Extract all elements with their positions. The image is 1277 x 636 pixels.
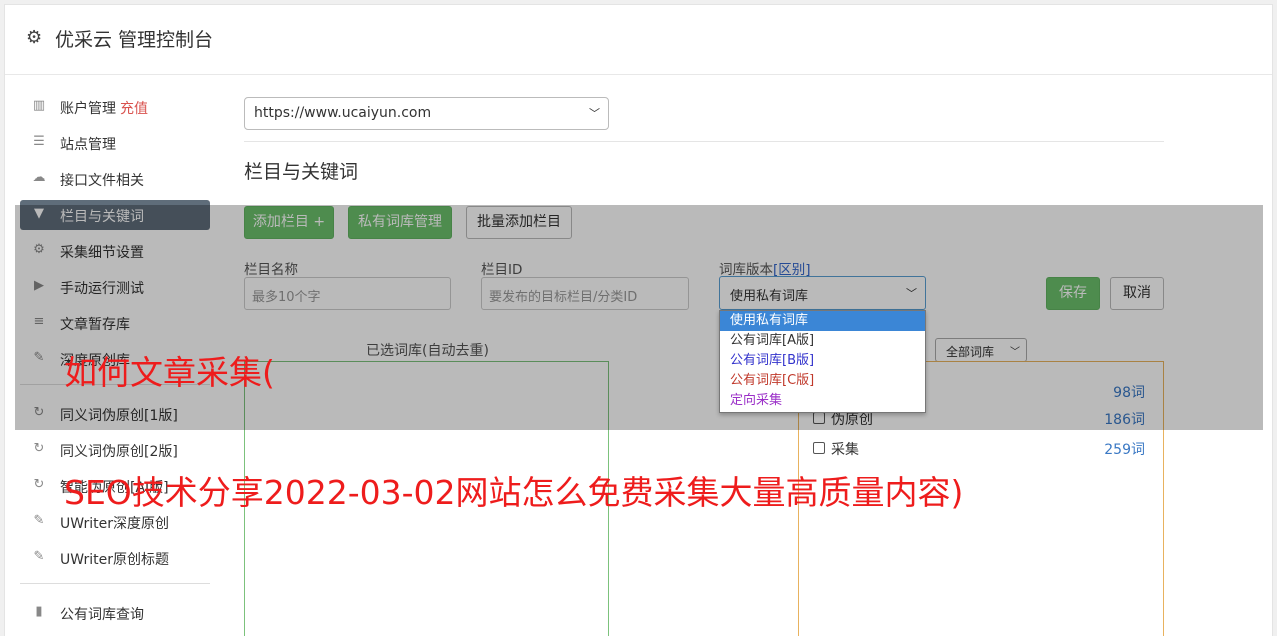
lib-version-dropdown[interactable]: 使用私有词库 公有词库[A版] 公有词库[B版] 公有词库[C版] 定向采集 [719, 310, 926, 413]
dropdown-option[interactable]: 使用私有词库 [720, 311, 925, 331]
sidebar-divider [20, 583, 210, 584]
recharge-link[interactable]: 充值 [120, 101, 148, 117]
sidebar-item-label: 接口文件相关 [60, 173, 144, 189]
sidebar-item-label: UWriter原创标题 [60, 552, 169, 568]
overlay-caption-line2: SEO技术分享2022-03-02网站怎么免费采集大量高质量内容) [64, 473, 964, 512]
sidebar-item-label: UWriter深度原创 [60, 516, 169, 532]
sidebar-item-label: 账户管理 [60, 101, 116, 117]
sidebar-item-interface-files[interactable]: ☁ 接口文件相关 [20, 164, 210, 194]
sidebar-item-uwriter-title[interactable]: ✎ UWriter原创标题 [20, 543, 210, 573]
dropdown-option[interactable]: 公有词库[C版] [720, 371, 925, 391]
gear-icon: ⚙ [26, 27, 43, 48]
overlay-caption-line1: 如何文章采集( [64, 353, 275, 392]
refresh-icon: ↻ [33, 441, 45, 456]
edit-icon: ✎ [33, 549, 45, 564]
chevron-down-icon: ﹀ [589, 107, 600, 120]
site-select[interactable]: https://www.ucaiyun.com ﹀ [244, 97, 609, 130]
header: ⚙ 优采云 管理控制台 [5, 5, 1272, 75]
dropdown-option[interactable]: 公有词库[B版] [720, 351, 925, 371]
dim-overlay [15, 205, 1263, 430]
lib-row[interactable]: 采集 259词 [813, 439, 1145, 459]
page-title: 优采云 管理控制台 [55, 29, 214, 51]
sidebar-item-synonym-v2[interactable]: ↻ 同义词伪原创[2版] [20, 435, 210, 465]
dropdown-option[interactable]: 定向采集 [720, 391, 925, 411]
bar-chart-icon: ▥ [32, 98, 46, 113]
dropdown-option[interactable]: 公有词库[A版] [720, 331, 925, 351]
refresh-icon: ↻ [33, 477, 45, 492]
lib-name: 采集 [831, 442, 859, 458]
lib-checkbox[interactable] [813, 442, 825, 454]
cloud-upload-icon: ☁ [32, 170, 46, 185]
book-icon: ▮ [35, 604, 43, 619]
site-select-value: https://www.ucaiyun.com [254, 105, 432, 121]
sidebar-item-public-lib-query[interactable]: ▮ 公有词库查询 [20, 598, 210, 628]
sidebar-item-label: 同义词伪原创[2版] [60, 444, 178, 460]
lib-count: 259词 [1104, 442, 1145, 458]
section-title: 栏目与关键词 [244, 161, 359, 183]
divider [244, 141, 1164, 142]
sidebar-item-label: 站点管理 [60, 137, 116, 153]
server-icon: ☰ [33, 134, 45, 149]
edit-icon: ✎ [33, 513, 45, 528]
sidebar-item-sites[interactable]: ☰ 站点管理 [20, 128, 210, 158]
sidebar-item-account[interactable]: ▥ 账户管理 充值 [20, 92, 210, 122]
sidebar-item-label: 公有词库查询 [60, 607, 144, 623]
